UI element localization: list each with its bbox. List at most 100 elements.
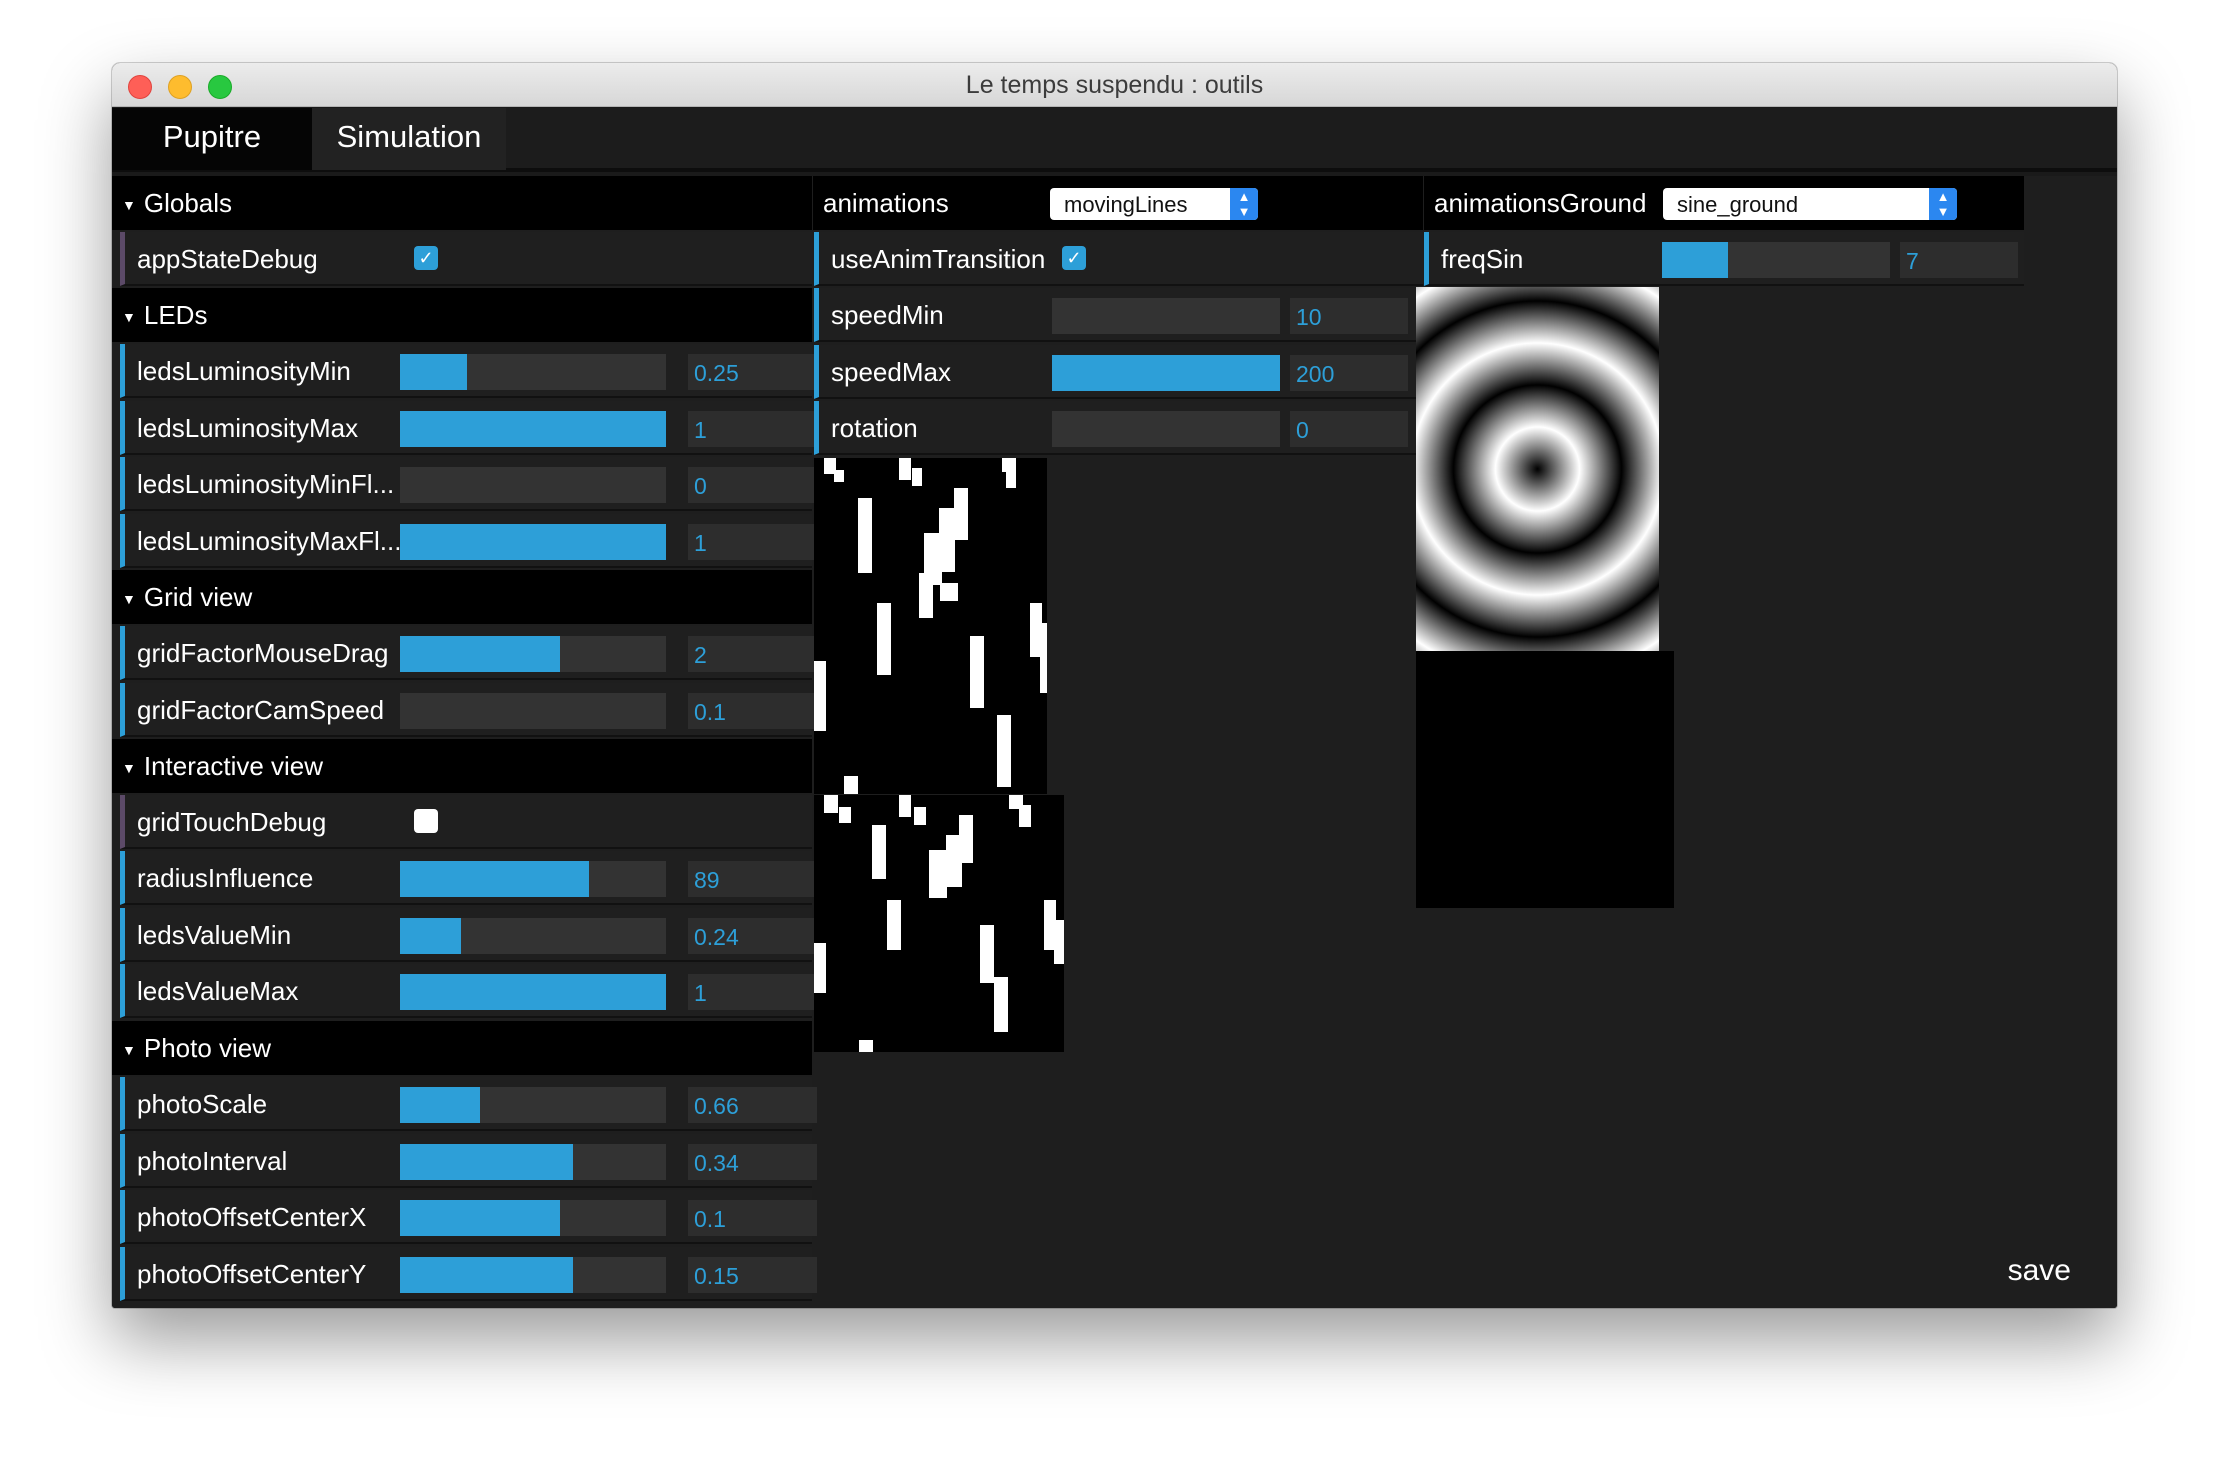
moving-line	[824, 795, 838, 813]
param-slider[interactable]	[400, 1087, 666, 1123]
param-slider[interactable]	[400, 692, 666, 729]
param-value[interactable]: 200	[1290, 354, 1408, 391]
slider-fill	[400, 861, 589, 897]
moving-line	[1006, 468, 1016, 488]
section-interactive-view[interactable]: ▼ Interactive view	[112, 739, 812, 793]
section-title: Interactive view	[143, 751, 324, 781]
param-value[interactable]: 0.1	[688, 692, 817, 729]
tab-pupitre[interactable]: Pupitre	[112, 108, 312, 170]
dropdown-arrows-icon: ▲ ▼	[1230, 188, 1258, 220]
ground-preview-black	[1416, 651, 1674, 908]
param-slider[interactable]	[400, 354, 666, 390]
row-photoScale: photoScale 0.66	[120, 1077, 817, 1131]
param-value[interactable]: 10	[1290, 298, 1408, 334]
section-leds[interactable]: ▼ LEDs	[112, 288, 812, 342]
moving-line	[1040, 623, 1047, 693]
section-grid-view[interactable]: ▼ Grid view	[112, 570, 812, 624]
param-slider[interactable]	[400, 1143, 666, 1180]
row-photoInterval: photoInterval 0.34	[120, 1133, 817, 1188]
param-label: ledsValueMin	[137, 919, 292, 950]
param-value[interactable]: 0.25	[688, 354, 817, 390]
param-slider[interactable]	[400, 1200, 666, 1236]
row-ledsLuminosityMax: ledsLuminosityMax 1	[120, 400, 817, 455]
param-value[interactable]: 2	[688, 636, 817, 672]
param-label: ledsLuminosityMin	[137, 356, 351, 386]
animations-header: animations movingLines ▲ ▼	[813, 176, 1423, 230]
param-label: photoOffsetCenterY	[137, 1258, 367, 1289]
caret-down-icon: ▼	[122, 591, 136, 608]
param-slider[interactable]	[400, 467, 666, 503]
moving-line	[946, 835, 962, 887]
moving-line	[954, 488, 968, 540]
slider-fill	[400, 1256, 573, 1293]
appStateDebug-checkbox[interactable]: ✓	[414, 246, 438, 270]
param-slider[interactable]	[400, 410, 666, 447]
param-value[interactable]: 1	[688, 523, 817, 560]
param-value[interactable]: 0.1	[688, 1200, 817, 1236]
param-label: radiusInfluence	[137, 863, 314, 893]
param-value[interactable]: 0.15	[688, 1256, 817, 1293]
section-globals[interactable]: ▼ Globals	[112, 176, 812, 230]
row-ledsLuminosityMinFl: ledsLuminosityMinFl... 0	[120, 457, 817, 511]
row-photoOffsetCenterY: photoOffsetCenterY 0.15	[120, 1246, 817, 1301]
save-button[interactable]: save	[2008, 1254, 2071, 1288]
param-slider[interactable]	[400, 974, 666, 1010]
param-value[interactable]: 0.24	[688, 917, 817, 954]
param-slider[interactable]	[400, 636, 666, 672]
caret-down-icon: ▼	[122, 197, 136, 214]
param-value[interactable]: 0.66	[688, 1087, 817, 1123]
param-value[interactable]: 89	[688, 861, 817, 897]
moving-line	[887, 900, 901, 950]
slider-fill	[400, 917, 462, 954]
row-rotation: rotation 0	[814, 401, 1423, 455]
param-slider[interactable]	[400, 917, 666, 954]
moving-line	[877, 603, 891, 675]
tab-simulation[interactable]: Simulation	[312, 108, 506, 170]
useAnimTransition-checkbox[interactable]: ✓	[1062, 246, 1086, 270]
row-speedMax: speedMax 200	[814, 344, 1423, 399]
param-value[interactable]: 0.34	[688, 1143, 817, 1180]
row-gridFactorMouseDrag: gridFactorMouseDrag 2	[120, 626, 817, 680]
gridTouchDebug-checkbox[interactable]	[414, 809, 438, 833]
param-label: gridFactorMouseDrag	[137, 638, 389, 668]
moving-line	[844, 776, 858, 794]
sine-ground-preview	[1416, 287, 1659, 651]
row-speedMin: speedMin 10	[814, 288, 1423, 342]
animations-dropdown[interactable]: movingLines ▲ ▼	[1050, 188, 1258, 220]
param-slider[interactable]	[400, 523, 666, 560]
param-label: useAnimTransition	[831, 244, 1046, 274]
param-value[interactable]: 0	[1290, 411, 1408, 447]
moving-line	[919, 573, 933, 618]
caret-down-icon: ▼	[122, 309, 136, 326]
param-slider[interactable]	[400, 1256, 666, 1293]
dropdown-value: movingLines	[1064, 192, 1188, 217]
moving-line	[1054, 920, 1064, 964]
param-slider[interactable]	[400, 861, 666, 897]
param-slider[interactable]	[1052, 411, 1280, 447]
param-label: ledsValueMax	[137, 976, 299, 1006]
param-value[interactable]: 0	[688, 467, 817, 503]
param-label: gridFactorCamSpeed	[137, 694, 385, 725]
moving-line	[980, 925, 994, 983]
moving-line	[814, 943, 826, 993]
freqSin-slider[interactable]	[1662, 242, 1890, 278]
sine-rings	[1416, 287, 1659, 651]
freqSin-value[interactable]: 7	[1900, 242, 2018, 278]
animationsGround-label: animationsGround	[1434, 188, 1647, 218]
section-title: Globals	[143, 188, 233, 218]
window-title: Le temps suspendu : outils	[965, 71, 1264, 99]
param-value[interactable]: 1	[688, 974, 817, 1010]
slider-fill	[1052, 354, 1280, 391]
slider-fill	[400, 636, 560, 672]
section-photo-view[interactable]: ▼ Photo view	[112, 1021, 812, 1075]
moving-line	[929, 850, 947, 898]
param-value[interactable]: 1	[688, 410, 817, 447]
animationsGround-dropdown[interactable]: sine_ground ▲ ▼	[1663, 188, 1957, 220]
param-slider[interactable]	[1052, 354, 1280, 391]
param-label: freqSin	[1441, 244, 1524, 274]
main-content: ▼ Globals appStateDebug ✓ ▼ LEDs ledsLumin…	[112, 176, 2117, 1308]
param-slider[interactable]	[1052, 298, 1280, 334]
row-freqSin: freqSin 7	[1424, 232, 2024, 286]
param-label: ledsLuminosityMinFl...	[137, 469, 395, 499]
dropdown-arrows-icon: ▲ ▼	[1929, 188, 1957, 220]
